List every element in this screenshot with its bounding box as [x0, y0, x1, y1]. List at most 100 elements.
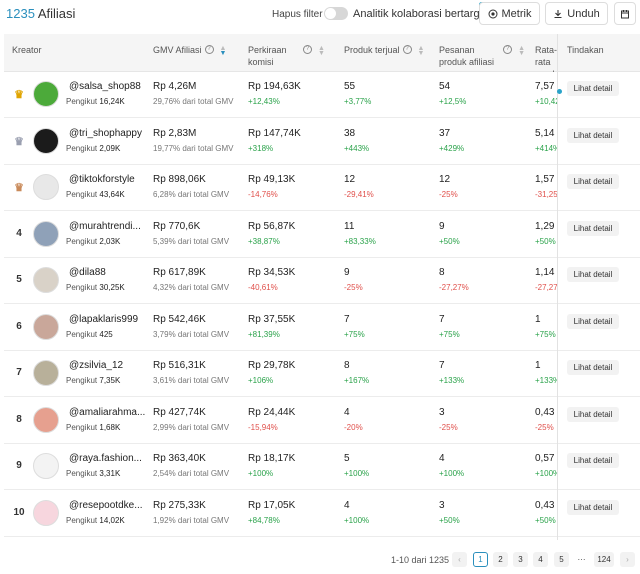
pagination-range: 1-10 dari 1235 [391, 555, 450, 565]
komisi-value: Rp 29,78K [248, 360, 296, 371]
sort-icon[interactable]: ▲ ▼ [318, 45, 325, 57]
creator-handle[interactable]: @tiktokforstyle [69, 174, 135, 185]
followers-label: Pengikut [66, 376, 98, 385]
next-page-button[interactable]: › [620, 552, 635, 567]
view-detail-button[interactable]: Lihat detail [567, 81, 619, 96]
followers-label: Pengikut [66, 329, 98, 339]
produk-change: -29,41% [344, 190, 374, 199]
view-detail-button[interactable]: Lihat detail [567, 453, 619, 468]
col-pesanan[interactable]: Pesanan produk afiliasi ? ▲ ▼ [439, 34, 525, 72]
chevron-left-icon: ‹ [458, 555, 461, 564]
gmv-share: 2,54% dari total GMV [153, 469, 230, 478]
col-gmv[interactable]: GMV Afiliasi ? ▲ ▼ [153, 34, 243, 72]
gmv-share: 3,61% dari total GMV [153, 376, 230, 385]
produk-change: +100% [344, 469, 370, 478]
help-icon[interactable]: ? [503, 45, 513, 54]
creator-handle[interactable]: @raya.fashion... [69, 453, 142, 464]
avatar[interactable] [33, 174, 59, 200]
gmv-value: Rp 516,31K [153, 360, 206, 371]
table-row[interactable]: 7 @zsilvia_12 Pengikut 7,35K Rp 516,31K … [4, 351, 640, 397]
help-icon[interactable]: ? [204, 45, 214, 54]
help-icon[interactable]: ? [303, 45, 312, 54]
creator-handle[interactable]: @dila88 [69, 267, 106, 278]
creator-handle[interactable]: @resepootdke... [69, 500, 143, 511]
eye-icon [488, 9, 498, 18]
table-row[interactable]: 4 @murahtrendi... Pengikut 2,03K Rp 770,… [4, 212, 640, 258]
gmv-share: 29,76% dari total GMV [153, 97, 234, 106]
view-detail-button[interactable]: Lihat detail [567, 499, 619, 515]
produk-change: +3,77% [344, 97, 372, 106]
toggle-knob [325, 8, 336, 19]
avatar[interactable] [33, 406, 59, 433]
view-detail-button[interactable]: Lihat detail [567, 220, 619, 236]
download-icon [554, 9, 562, 18]
creator-followers: Pengikut 2,03K [66, 237, 120, 246]
komisi-change: +318% [248, 143, 274, 153]
view-detail-button[interactable]: Lihat detail [567, 127, 619, 143]
analytics-toggle[interactable] [324, 7, 348, 20]
produk-value: 9 [344, 267, 350, 278]
produk-change: -20% [344, 422, 363, 432]
col-rata[interactable]: Rata-rata pemb [535, 34, 557, 72]
pesanan-change: +133% [439, 376, 465, 385]
komisi-change: +84,78% [248, 515, 280, 525]
page-button[interactable]: 124 [594, 552, 614, 567]
download-button-label: Unduh [567, 7, 600, 20]
table-row[interactable]: ♛ @tiktokforstyle Pengikut 43,64K Rp 898… [4, 165, 640, 211]
avatar[interactable] [33, 499, 59, 526]
creator-followers: Pengikut 425 [66, 330, 113, 339]
avatar[interactable] [33, 267, 59, 293]
avatar[interactable] [33, 453, 59, 479]
sort-icon[interactable]: ▲ ▼ [220, 45, 227, 57]
table-row[interactable]: 6 @lapaklaris999 Pengikut 425 Rp 542,46K… [4, 305, 640, 351]
page-button[interactable]: 1 [473, 552, 488, 567]
pesanan-change: +12,5% [439, 97, 467, 106]
sort-icon[interactable]: ▲ ▼ [418, 45, 425, 57]
avatar[interactable] [33, 313, 59, 340]
creator-handle[interactable]: @amaliarahma... [69, 407, 145, 418]
avatar[interactable] [33, 127, 59, 154]
prev-page-button[interactable]: ‹ [452, 552, 467, 567]
creator-handle[interactable]: @salsa_shop88 [69, 81, 141, 92]
followers-value: 14,02K [99, 515, 125, 525]
avatar[interactable] [33, 220, 59, 247]
creator-handle[interactable]: @zsilvia_12 [69, 360, 123, 371]
table-row[interactable]: ♛ @tri_shophappy Pengikut 2,09K Rp 2,83M… [4, 119, 640, 165]
page-button[interactable]: 5 [554, 552, 569, 567]
table-row[interactable]: 9 @raya.fashion... Pengikut 3,31K Rp 363… [4, 444, 640, 490]
table-row[interactable]: 8 @amaliarahma... Pengikut 1,68K Rp 427,… [4, 398, 640, 444]
page-button[interactable]: 2 [493, 552, 508, 567]
rata-change: +100% [535, 469, 557, 478]
download-button[interactable]: Unduh [545, 2, 608, 25]
rank-cell: ♛ [12, 135, 26, 148]
view-detail-button[interactable]: Lihat detail [567, 406, 619, 422]
table-row[interactable]: ♛ @salsa_shop88 Pengikut 16,24K Rp 4,26M… [4, 72, 640, 118]
clear-filter-link[interactable]: Hapus filter [272, 9, 323, 20]
komisi-value: Rp 56,87K [248, 220, 296, 232]
metrics-button[interactable]: Metrik [479, 2, 540, 25]
help-icon[interactable]: ? [402, 45, 412, 54]
creator-handle[interactable]: @tri_shophappy [69, 128, 142, 139]
creator-handle[interactable]: @murahtrendi... [69, 221, 141, 232]
rank-cell: 5 [12, 274, 26, 285]
page-button[interactable]: 3 [513, 552, 528, 567]
komisi-value: Rp 147,74K [248, 127, 301, 139]
view-detail-button[interactable]: Lihat detail [567, 174, 619, 189]
col-label: Tindakan [567, 45, 604, 55]
col-produk[interactable]: Produk terjual ? ▲ ▼ [344, 34, 430, 72]
table-row[interactable]: 10 @resepootdke... Pengikut 14,02K Rp 27… [4, 491, 640, 537]
komisi-value: Rp 34,53K [248, 267, 296, 278]
view-detail-button[interactable]: Lihat detail [567, 313, 619, 329]
sort-icon[interactable]: ▲ ▼ [518, 45, 525, 57]
creator-handle[interactable]: @lapaklaris999 [69, 314, 138, 325]
avatar[interactable] [33, 81, 59, 107]
table-row[interactable]: 5 @dila88 Pengikut 30,25K Rp 617,89K 4,3… [4, 258, 640, 304]
calendar-button[interactable] [614, 2, 636, 25]
view-detail-button[interactable]: Lihat detail [567, 360, 619, 375]
page-button[interactable]: 4 [533, 552, 548, 567]
avatar[interactable] [33, 360, 59, 386]
view-detail-button[interactable]: Lihat detail [567, 267, 619, 282]
rank-cell: 8 [12, 414, 26, 425]
produk-value: 7 [344, 313, 350, 325]
col-komisi[interactable]: Perkiraan komisi ? ▲ ▼ [248, 34, 332, 72]
